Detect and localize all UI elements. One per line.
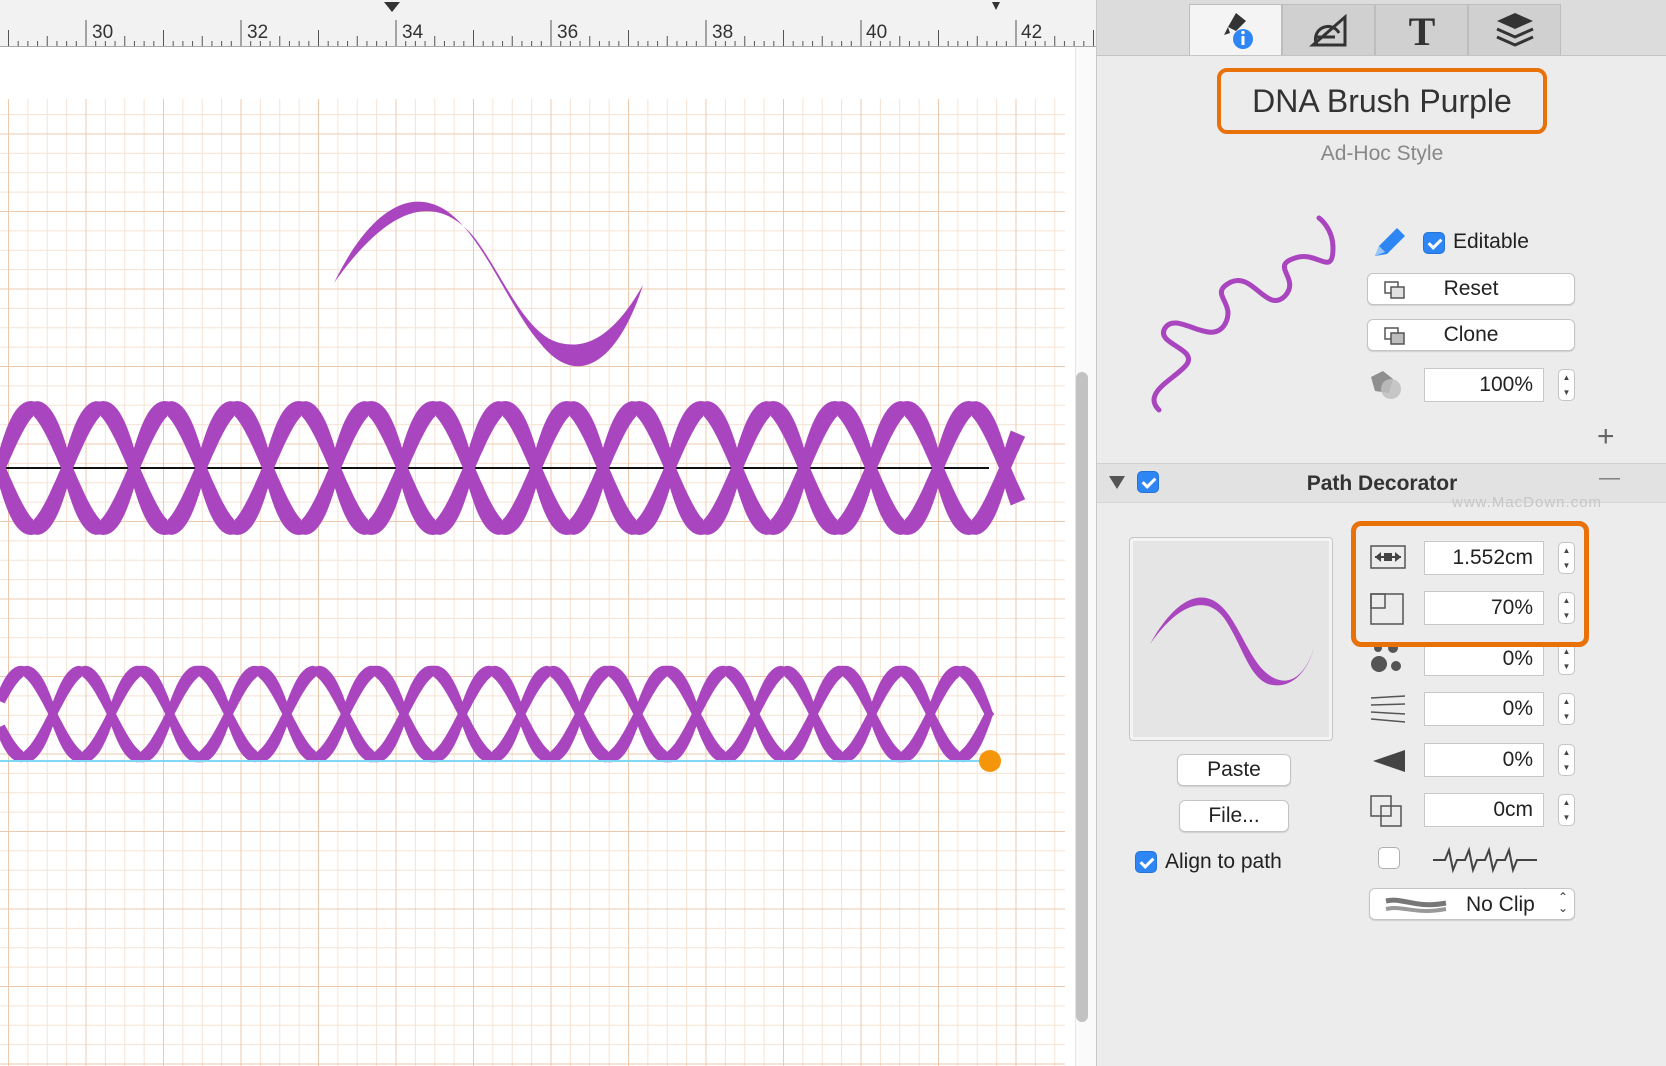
horizontal-ruler[interactable]: 30 32 34 36 38 40 42: [0, 0, 1096, 47]
tab-properties[interactable]: [1282, 4, 1375, 55]
decorator-preview-wave: [1150, 597, 1314, 686]
scatter-dots-icon: [1371, 643, 1401, 672]
omnigraffle-window: 30 32 34 36 38 40 42 T DNA Brush Purple …: [0, 0, 1666, 1066]
spread-field[interactable]: 0%: [1424, 692, 1544, 726]
ruler-label-38: 38: [712, 22, 734, 43]
path-endpoint-handle[interactable]: [979, 750, 1001, 772]
tab-layers[interactable]: [1468, 4, 1561, 55]
spread-lines-icon: [1370, 695, 1406, 723]
align-to-path-label: Align to path: [1165, 850, 1282, 873]
clone-label: Clone: [1443, 323, 1499, 346]
clip-mode-label: No Clip: [1466, 893, 1535, 916]
pencil-icon: [1375, 228, 1405, 256]
editable-label: Editable: [1453, 230, 1529, 253]
offset-field[interactable]: 0cm: [1424, 793, 1544, 827]
clone-stack-icon: [1384, 327, 1405, 345]
file-label: File...: [1208, 804, 1260, 827]
section-title: Path Decorator: [1306, 472, 1458, 495]
single-wave-shape[interactable]: [334, 201, 643, 367]
editable-checkbox[interactable]: [1423, 232, 1445, 254]
ruler-label-40: 40: [866, 22, 888, 43]
ruler-marker-left-icon: [384, 2, 400, 12]
ruler-label-34: 34: [402, 22, 424, 43]
jitter-checkbox[interactable]: [1378, 847, 1400, 869]
align-to-path-checkbox[interactable]: [1135, 851, 1157, 873]
opacity-icon: [1371, 371, 1401, 399]
taper-field[interactable]: 0%: [1424, 743, 1544, 777]
brush-info-icon: [1223, 13, 1253, 49]
offset-stepper[interactable]: ▲ ▼: [1558, 794, 1575, 826]
offset-squares-icon: [1370, 795, 1402, 827]
style-name-field[interactable]: DNA Brush Purple: [1217, 68, 1547, 134]
decorator-preview-well[interactable]: [1129, 537, 1333, 741]
svg-text:T: T: [1408, 9, 1435, 51]
drawing-canvas[interactable]: [0, 47, 1075, 1066]
style-kind-label: Ad-Hoc Style: [1320, 142, 1444, 165]
reset-label: Reset: [1443, 277, 1499, 300]
clone-button[interactable]: Clone: [1367, 319, 1575, 351]
paste-button[interactable]: Paste: [1177, 754, 1291, 786]
add-decorator-button[interactable]: +: [1597, 420, 1615, 454]
text-T-icon: T: [1408, 9, 1435, 51]
reset-stack-icon: [1384, 281, 1405, 299]
tab-style[interactable]: [1189, 4, 1282, 55]
jitter-line-icon: [1433, 846, 1537, 874]
taper-triangle-icon: [1373, 750, 1405, 772]
ruler-label-32: 32: [247, 22, 269, 43]
opacity-field[interactable]: 100%: [1424, 368, 1544, 402]
ruler-label-36: 36: [557, 22, 579, 43]
ruler-label-30: 30: [92, 22, 114, 43]
vertical-scrollbar-thumb[interactable]: [1076, 372, 1088, 1022]
ruler-ticks: [8, 2, 1094, 46]
remove-decorator-button[interactable]: —: [1599, 466, 1620, 490]
taper-stepper[interactable]: ▲ ▼: [1558, 744, 1575, 776]
reset-button[interactable]: Reset: [1367, 273, 1575, 305]
ruler-marker-right-icon: [992, 2, 1000, 10]
helix-small-shape[interactable]: [0, 665, 994, 763]
watermark-text: www.MacDown.com: [1452, 494, 1603, 511]
opacity-stepper[interactable]: ▲ ▼: [1558, 369, 1575, 401]
spread-stepper[interactable]: ▲ ▼: [1558, 693, 1575, 725]
paste-label: Paste: [1207, 758, 1261, 781]
inspector-panel: T DNA Brush Purple Ad-Hoc Style Editable: [1096, 0, 1666, 1066]
scatter-stepper[interactable]: ▲ ▼: [1558, 643, 1575, 675]
ruler-label-42: 42: [1021, 22, 1043, 43]
canvas-drawing: [0, 99, 1065, 1066]
protractor-icon: [1308, 13, 1346, 47]
clip-mode-popup[interactable]: No Clip ⌃ ⌄: [1369, 888, 1575, 920]
inspector-tabbar: T: [1097, 0, 1666, 56]
clip-stroke-icon: [1385, 897, 1447, 913]
file-button[interactable]: File...: [1179, 800, 1289, 832]
layers-icon: [1495, 13, 1534, 47]
style-preview-squiggle: [1151, 215, 1336, 413]
scatter-field[interactable]: 0%: [1424, 642, 1544, 676]
popup-arrows-icon: ⌃ ⌄: [1557, 890, 1568, 915]
tab-text[interactable]: T: [1375, 4, 1468, 55]
highlight-annotation-box: [1351, 521, 1589, 647]
style-name-text: DNA Brush Purple: [1252, 82, 1512, 119]
